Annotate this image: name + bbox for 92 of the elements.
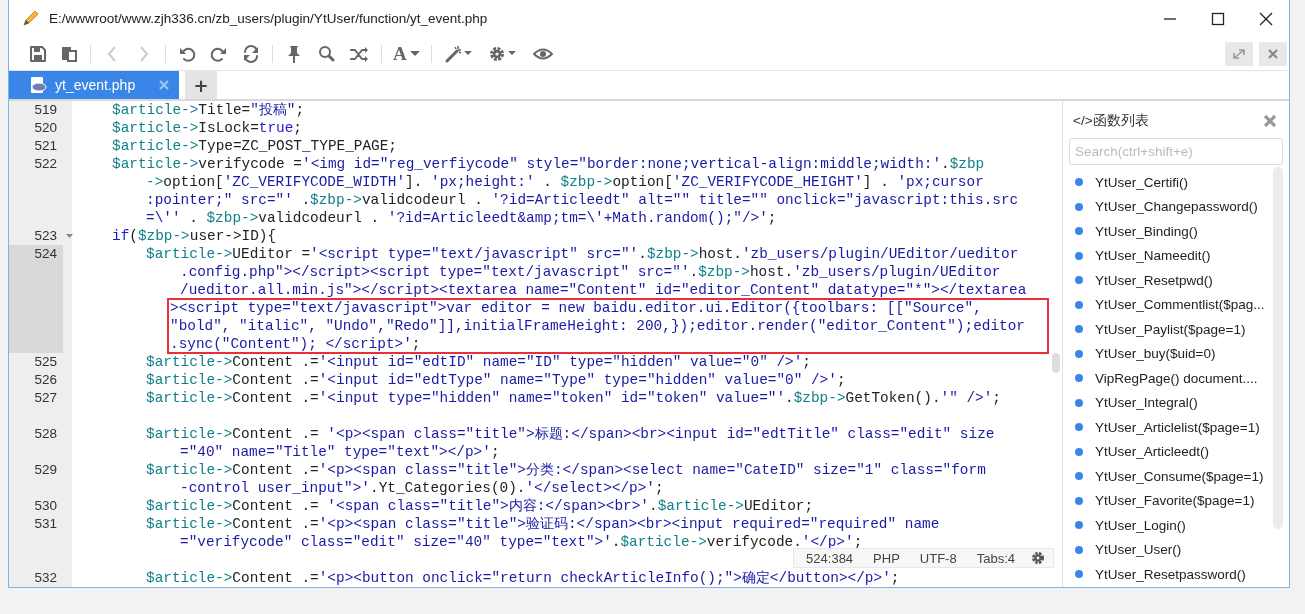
refresh-icon[interactable] xyxy=(242,43,260,64)
panel-title: </>函数列表 xyxy=(1073,112,1149,130)
new-tab-button[interactable]: + xyxy=(185,71,217,99)
line-number: 530 xyxy=(33,497,58,515)
function-item[interactable]: YtUser_Consume($page=1) xyxy=(1095,468,1264,484)
scrollbar[interactable] xyxy=(1052,353,1060,373)
save-icon[interactable] xyxy=(28,43,46,64)
bullet-icon xyxy=(1075,178,1083,187)
bullet-icon xyxy=(1075,300,1083,309)
line-number: 532 xyxy=(33,569,58,587)
code-line: if($zbp->user->ID){ xyxy=(111,227,278,245)
code-line: $article->Content .='<p><span class="title">验证码:</span><br><input required="required" name xyxy=(145,515,941,533)
encoding-label[interactable]: UTF-8 xyxy=(919,550,957,566)
bullet-icon xyxy=(1075,496,1083,505)
line-number: 519 xyxy=(33,101,58,119)
code-line: $article->Content .='<input id="edtType" name="Type" type="hidden" value="0" />'; xyxy=(145,371,847,389)
bullet-icon xyxy=(1075,423,1083,432)
file-tab[interactable]: yt_event.php xyxy=(9,71,179,99)
settings-icon[interactable] xyxy=(1031,551,1045,565)
code-line: $article->UEditor ='<script type="text/javascript" src="'.$zbp->host.'zb_users/plugin/UEditor/ueditor xyxy=(145,245,1020,263)
code-line: -control user_input">'.Yt_Categories(0).'</select></p>'; xyxy=(179,479,665,497)
bullet-icon xyxy=(1075,398,1083,407)
pencil-icon xyxy=(21,9,39,28)
bullet-icon xyxy=(1075,545,1083,554)
function-item[interactable]: YtUser_Nameedit() xyxy=(1095,248,1211,264)
function-item[interactable]: YtUser_Articlelist($page=1) xyxy=(1095,419,1260,435)
bullet-icon xyxy=(1075,325,1083,334)
code-line: /ueditor.all.min.js"></script><textarea name="Content" id="editor_Content" datatype="*"></textarea xyxy=(179,281,1028,299)
line-number: 523 xyxy=(33,227,58,245)
code-line: $article->Content .='<input id="edtID" name="ID" type="hidden" value="0" />'; xyxy=(145,353,812,371)
line-number: 520 xyxy=(33,119,58,137)
code-line: $article->Content .='<p><span class="title">分类:</span><select name="CateID" size="1" class="form xyxy=(145,461,987,479)
function-item[interactable]: VipRegPage() document.... xyxy=(1095,370,1258,386)
bullet-icon xyxy=(1075,570,1083,579)
line-number: 528 xyxy=(33,425,58,443)
function-item[interactable]: YtUser_buy($uid=0) xyxy=(1095,346,1216,362)
magic-wand-icon[interactable] xyxy=(443,43,474,64)
php-file-icon xyxy=(29,76,47,94)
function-item[interactable]: YtUser_Certifi() xyxy=(1095,174,1188,190)
line-number: 529 xyxy=(33,461,58,479)
line-number: 531 xyxy=(33,515,58,533)
language-label[interactable]: PHP xyxy=(873,550,900,566)
cursor-position[interactable]: 524:384 xyxy=(806,550,854,566)
code-line: $article->Content .='<p><button onclick="return checkArticleInfo();">确定</button></p>'; xyxy=(145,569,901,587)
code-line: $article->Content .= '<p><span class="title">标题:</span><br><input id="edtTitle" class="edit" size xyxy=(145,425,996,443)
window-title: E:/wwwroot/www.zjh336.cn/zb_users/plugin/YtUser/function/yt_event.php xyxy=(49,11,488,26)
code-line: "bold", "italic", "Undo","Redo"]],initialFrameHeight: 200,});editor.render("editor_Content");editor xyxy=(169,317,1026,335)
code-line: ->option['ZC_VERIFYCODE_WIDTH']. 'px;height:' . $zbp->option['ZC_VERIFYCODE_HEIGHT'] . 'px;cursor xyxy=(145,173,985,191)
bullet-icon xyxy=(1075,227,1083,236)
line-number: 526 xyxy=(33,371,58,389)
search-icon[interactable] xyxy=(317,43,335,64)
search-field[interactable]: Search(ctrl+shift+e) xyxy=(1069,138,1283,165)
bullet-icon xyxy=(1075,276,1083,285)
code-line: ><script type="text/javascript">var editor = new baidu.editor.ui.Editor({toolbars: [["Source", xyxy=(169,299,983,317)
line-number: 524 xyxy=(9,245,63,353)
bullet-icon xyxy=(1075,521,1083,530)
function-item[interactable]: YtUser_Resetpwd() xyxy=(1095,272,1213,288)
code-line: .config.php"></script><script type="text/javascript" src="'.$zbp->host.'zb_users/plugin/UEditor xyxy=(179,263,1002,281)
bullet-icon xyxy=(1075,202,1083,211)
function-item[interactable]: YtUser_Favorite($page=1) xyxy=(1095,493,1255,509)
function-item[interactable]: YtUser_Changepassword() xyxy=(1095,199,1258,215)
function-item[interactable]: YtUser_Login() xyxy=(1095,517,1186,533)
caret-icon xyxy=(409,51,420,56)
bullet-icon xyxy=(1075,349,1083,358)
line-number: 522 xyxy=(33,155,58,173)
code-line: $article->Title="投稿"; xyxy=(111,101,306,119)
function-item[interactable]: YtUser_Binding() xyxy=(1095,223,1198,239)
bullet-icon xyxy=(1075,447,1083,456)
bullet-icon xyxy=(1075,374,1083,383)
line-number: 521 xyxy=(33,137,58,155)
function-item[interactable]: YtUser_Resetpassword() xyxy=(1095,566,1246,582)
fold-caret-icon[interactable] xyxy=(66,234,73,238)
bullet-icon xyxy=(1075,472,1083,481)
code-line: $article->verifycode ='<img id="reg_verfiycode" style="border:none;vertical-align:middle;width:'.$zbp xyxy=(111,155,986,173)
code-line: ="40" name="Title" type="text"></p>'; xyxy=(179,443,501,461)
function-item[interactable]: YtUser_Articleedt() xyxy=(1095,444,1210,460)
font-button[interactable]: A xyxy=(393,42,420,65)
line-number: 525 xyxy=(33,353,58,371)
code-line: =\'' . $zbp->validcodeurl . '?id=Articleedt&amp;tm=\'+Math.random();"/>'; xyxy=(145,209,778,227)
code-line: $article->Content .= '<span class="title">内容:</span><br>'.$article->UEditor; xyxy=(145,497,815,515)
function-item[interactable]: YtUser_Paylist($page=1) xyxy=(1095,321,1246,337)
bullet-icon xyxy=(1075,251,1083,260)
function-item[interactable]: YtUser_Integral() xyxy=(1095,395,1198,411)
code-line: .sync("Content"); </script>'; xyxy=(169,335,422,353)
line-number: 527 xyxy=(33,389,58,407)
function-item[interactable]: YtUser_User() xyxy=(1095,542,1182,558)
code-line: :pointer;" src="' .$zbp->validcodeurl . '?id=Articleedt" alt="" title="" onclick="javascript:this.src xyxy=(145,191,1020,209)
code-line: $article->IsLock=true; xyxy=(111,119,303,137)
code-line: $article->Type=ZC_POST_TYPE_PAGE; xyxy=(111,137,398,155)
code-line: $article->Content .='<input type="hidden" name="token" id="token" value="'.$zbp->GetToken().'" />'; xyxy=(145,389,1002,407)
function-item[interactable]: YtUser_Commentlist($pag... xyxy=(1095,297,1265,313)
indent-label[interactable]: Tabs:4 xyxy=(976,550,1015,566)
